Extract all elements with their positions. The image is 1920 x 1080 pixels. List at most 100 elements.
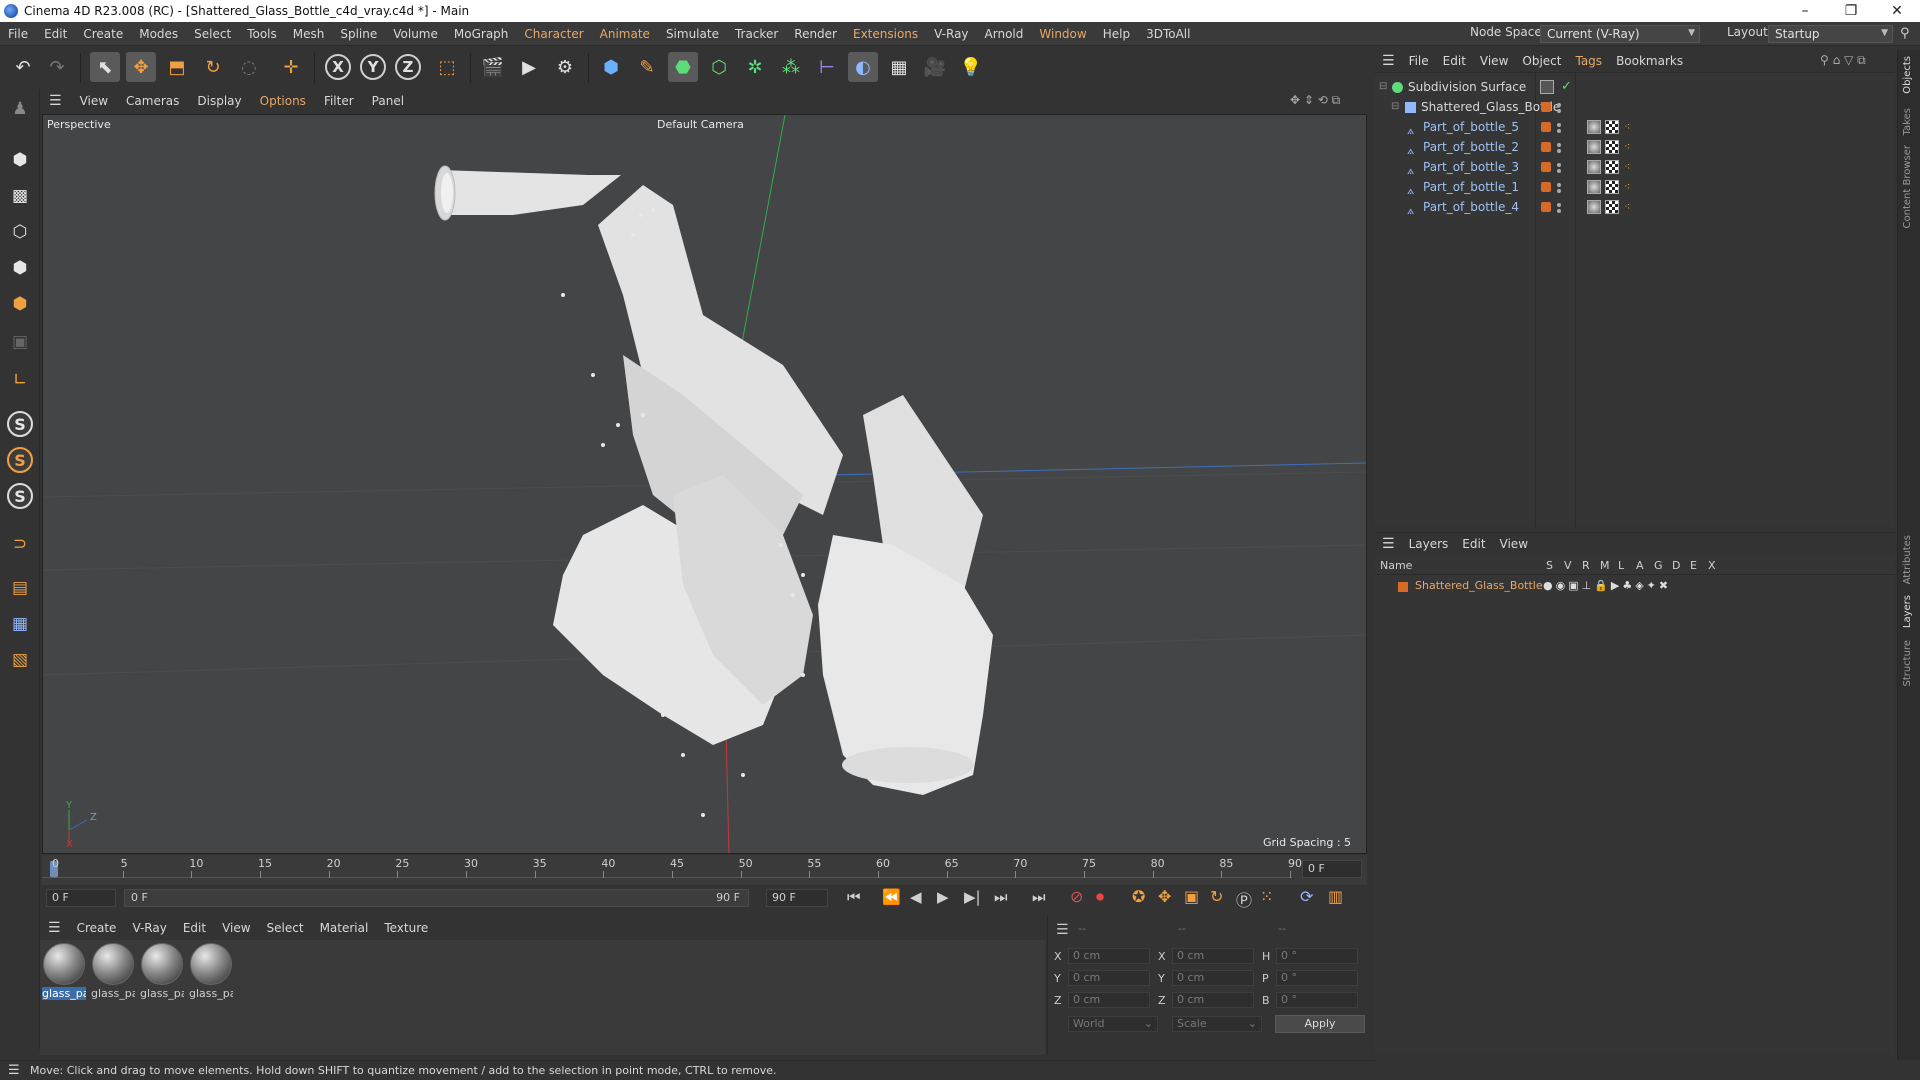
y-axis-lock-icon[interactable]: Y [360, 54, 386, 80]
live-selection-icon[interactable]: ⬉ [90, 52, 120, 82]
layer-column-v[interactable]: V [1564, 559, 1572, 572]
viewport-menu-options[interactable]: Options [251, 94, 315, 108]
viewport-navigation-icons[interactable]: ✥ ⇕ ⟲ ⧉ [1290, 93, 1340, 108]
side-tab-takes[interactable]: Takes [1902, 108, 1913, 135]
vray-material-tag-icon[interactable] [1587, 120, 1601, 134]
viewport-menu-panel[interactable]: Panel [363, 94, 413, 108]
snap-settings-icon[interactable]: S [7, 447, 33, 473]
menu-3dtoall[interactable]: 3DToAll [1138, 27, 1198, 41]
timeline-ruler[interactable]: 0 5 10 15 20 25 30 35 40 45 50 55 60 65 70 75 80 85 90 0 F [42, 855, 1367, 885]
layer-color-icon[interactable] [1541, 202, 1551, 212]
object-menu-object[interactable]: Object [1515, 54, 1568, 68]
layer-color-icon[interactable] [1541, 142, 1551, 152]
pen-spline-icon[interactable]: ✎ [632, 52, 662, 82]
redo-icon[interactable]: ↷ [42, 52, 72, 82]
side-tab-layers[interactable]: Layers [1902, 595, 1913, 628]
menu-animate[interactable]: Animate [592, 27, 658, 41]
key-scale-icon[interactable]: ▣ [1184, 887, 1199, 906]
locked-workplane-icon[interactable]: ▧ [5, 645, 35, 675]
vray-material-tag-icon[interactable] [1587, 180, 1601, 194]
material-swatch[interactable]: glass_pa [189, 943, 233, 1001]
vray-material-tag-icon[interactable] [1587, 160, 1601, 174]
minimize-button[interactable]: – [1782, 0, 1828, 22]
layer-column-a[interactable]: A [1636, 559, 1644, 572]
object-menu-file[interactable]: File [1402, 54, 1436, 68]
layout-dropdown[interactable]: Startup ▼ [1768, 25, 1893, 43]
go-to-start-icon[interactable]: ⏮ [847, 888, 861, 906]
material-menu-select[interactable]: Select [259, 921, 312, 935]
layer-color-icon[interactable] [1541, 102, 1551, 112]
end-frame-field[interactable]: 90 F [766, 889, 828, 907]
render-settings-icon[interactable]: ⚙ [550, 52, 580, 82]
menu-vray[interactable]: V-Ray [926, 27, 976, 41]
tree-item-shattered-glass-bottle[interactable]: ⊟ Shattered_Glass_Bottle [1375, 97, 1895, 117]
pos-y-field[interactable]: 0 cm [1068, 970, 1150, 986]
uv-mode-icon[interactable]: ▣ [5, 327, 35, 357]
layer-column-e[interactable]: E [1690, 559, 1697, 572]
scale-tool-icon[interactable]: ⬒ [162, 52, 192, 82]
frame-range-slider[interactable]: 0 F 90 F [124, 889, 749, 907]
selection-tag-icon[interactable]: ⁖ [1624, 177, 1630, 197]
hamburger-icon[interactable]: ☰ [1056, 922, 1069, 938]
viewport-menu-cameras[interactable]: Cameras [117, 94, 188, 108]
object-menu-bookmarks[interactable]: Bookmarks [1609, 54, 1690, 68]
menu-edit[interactable]: Edit [36, 27, 75, 41]
key-position-icon[interactable]: ✥ [1158, 887, 1171, 906]
menu-render[interactable]: Render [786, 27, 845, 41]
coordinate-mode-dropdown[interactable]: Scale ⌄ [1172, 1016, 1262, 1032]
tree-item-part[interactable]: ⟑ Part_of_bottle_1 ⁖ [1375, 177, 1895, 197]
vray-material-tag-icon[interactable] [1587, 200, 1601, 214]
material-menu-texture[interactable]: Texture [376, 921, 436, 935]
menu-mograph[interactable]: MoGraph [446, 27, 517, 41]
hamburger-icon[interactable]: ☰ [8, 1061, 20, 1080]
polygons-mode-icon[interactable]: ⬢ [5, 289, 35, 319]
side-tab-attributes[interactable]: Attributes [1902, 535, 1913, 584]
layer-color-icon[interactable] [1541, 122, 1551, 132]
model-mode-icon[interactable]: ⬢ [5, 145, 35, 175]
key-parameter-icon[interactable]: Ⓟ [1236, 887, 1252, 911]
make-editable-icon[interactable]: ♟ [5, 94, 35, 124]
search-icon[interactable]: ⚲ [1900, 26, 1910, 41]
material-menu-edit[interactable]: Edit [175, 921, 214, 935]
texture-tag-icon[interactable] [1605, 180, 1619, 194]
layer-menu-layers[interactable]: Layers [1402, 537, 1456, 551]
record-icon[interactable]: ⏺ [1096, 887, 1104, 907]
object-menu-view[interactable]: View [1473, 54, 1515, 68]
key-rotation-icon[interactable]: ↻ [1210, 887, 1223, 906]
menu-spline[interactable]: Spline [332, 27, 385, 41]
layer-column-l[interactable]: L [1618, 559, 1624, 572]
editor-render-toggle[interactable] [1540, 80, 1554, 94]
tree-item-part[interactable]: ⟑ Part_of_bottle_5 ⁖ [1375, 117, 1895, 137]
close-button[interactable]: ✕ [1874, 0, 1920, 22]
next-key-icon[interactable]: ⏭ [994, 888, 1008, 906]
texture-tag-icon[interactable] [1605, 140, 1619, 154]
step-forward-icon[interactable]: ▶| [964, 888, 981, 906]
axis-mode-icon[interactable]: ∟ [5, 365, 35, 395]
object-menu-edit[interactable]: Edit [1436, 54, 1473, 68]
object-menu-tags[interactable]: Tags [1568, 54, 1609, 68]
transform-tool-icon[interactable]: ✛ [276, 52, 306, 82]
edges-mode-icon[interactable]: ⬢ [5, 253, 35, 283]
viewport-menu-filter[interactable]: Filter [315, 94, 363, 108]
enabled-check-icon[interactable]: ✓ [1561, 77, 1572, 97]
viewport-menu-display[interactable]: Display [188, 94, 250, 108]
step-back-icon[interactable]: ◀ [910, 888, 922, 906]
material-swatch[interactable]: glass_pa [91, 943, 135, 1001]
texture-mode-icon[interactable]: ▩ [5, 181, 35, 211]
menu-modes[interactable]: Modes [131, 27, 186, 41]
texture-tag-icon[interactable] [1605, 160, 1619, 174]
cube-primitive-icon[interactable]: ⬢ [596, 52, 626, 82]
layer-column-r[interactable]: R [1582, 559, 1590, 572]
play-icon[interactable]: ▶ [937, 888, 949, 906]
expand-icon[interactable]: ⊟ [1391, 97, 1402, 112]
node-space-dropdown[interactable]: Current (V-Ray) ▼ [1540, 25, 1700, 43]
field-icon[interactable]: ◐ [848, 52, 878, 82]
menu-extensions[interactable]: Extensions [845, 27, 926, 41]
undo-icon[interactable]: ↶ [8, 52, 38, 82]
x-axis-lock-icon[interactable]: X [325, 54, 351, 80]
snap-icon[interactable]: S [7, 411, 33, 437]
rot-b-field[interactable]: 0 ° [1276, 992, 1358, 1008]
layer-column-m[interactable]: M [1600, 559, 1610, 572]
viewport-menu-view[interactable]: View [71, 94, 117, 108]
coordinate-space-dropdown[interactable]: World ⌄ [1068, 1016, 1158, 1032]
